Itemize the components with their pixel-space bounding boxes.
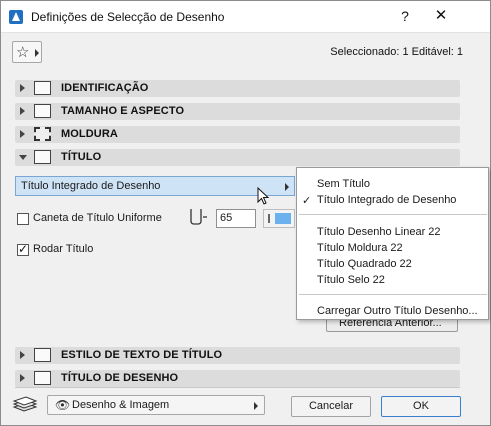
menu-item-load-other[interactable]: Carregar Outro Título Desenho... (317, 305, 478, 317)
title-icon (34, 150, 51, 164)
expand-arrow-icon (20, 374, 25, 382)
pen-number-value: 65 (220, 212, 233, 224)
section-identification[interactable]: IDENTIFICAÇÃO (15, 80, 460, 97)
triangle-right-icon (254, 402, 258, 410)
eye-icon: 👁 (55, 398, 71, 412)
triangle-right-icon (285, 183, 289, 191)
star-icon: ☆ (16, 44, 30, 61)
size-aspect-icon (34, 104, 51, 118)
menu-item-no-title[interactable]: Sem Título (317, 178, 370, 190)
menu-separator (299, 294, 487, 295)
section-frame[interactable]: MOLDURA (15, 126, 460, 143)
title-bar: Definições de Selecção de Desenho ? ✕ (1, 1, 490, 33)
footer-divider (15, 387, 460, 388)
section-size-aspect[interactable]: TAMANHO E ASPECTO (15, 103, 460, 120)
triangle-right-icon (35, 49, 39, 57)
cancel-button[interactable]: Cancelar (291, 396, 371, 417)
section-label: MOLDURA (61, 128, 118, 140)
archicad-app-icon (9, 10, 23, 24)
window-title: Definições de Selecção de Desenho (31, 10, 225, 24)
section-title[interactable]: TÍTULO (15, 149, 460, 166)
layers-icon (12, 396, 38, 412)
section-title-text-style[interactable]: ESTILO DE TEXTO DE TÍTULO (15, 347, 460, 364)
menu-item-linear-title[interactable]: Título Desenho Linear 22 (317, 226, 441, 238)
identification-icon (34, 81, 51, 95)
dropdown-value: Título Integrado de Desenho (21, 180, 161, 192)
expand-arrow-icon (20, 107, 25, 115)
menu-item-integrated-title[interactable]: Título Integrado de Desenho (317, 194, 456, 206)
section-label: IDENTIFICAÇÃO (61, 82, 149, 94)
pen-color-fill (275, 213, 291, 224)
expand-arrow-icon (20, 84, 25, 92)
title-type-dropdown[interactable]: Título Integrado de Desenho (15, 176, 295, 196)
expand-arrow-icon (20, 351, 25, 359)
frame-icon (34, 127, 51, 141)
menu-item-seal-title[interactable]: Título Selo 22 (317, 274, 385, 286)
close-button[interactable]: ✕ (431, 7, 451, 25)
menu-item-square-title[interactable]: Título Quadrado 22 (317, 258, 412, 270)
view-mode-value: Desenho & Imagem (72, 399, 170, 411)
view-mode-select[interactable]: 👁 Desenho & Imagem (47, 395, 265, 415)
help-button[interactable]: ? (395, 7, 415, 25)
collapse-arrow-icon (19, 155, 27, 160)
expand-arrow-icon (20, 130, 25, 138)
section-label: ESTILO DE TEXTO DE TÍTULO (61, 349, 223, 361)
pen-color-swatch[interactable] (263, 209, 295, 228)
ok-button[interactable]: OK (381, 396, 461, 417)
drawing-title-icon (34, 371, 51, 385)
selection-count: Seleccionado: 1 Editável: 1 (330, 46, 463, 58)
menu-item-frame-title[interactable]: Título Moldura 22 (317, 242, 403, 254)
section-label: TAMANHO E ASPECTO (61, 105, 185, 117)
settings-dialog: Definições de Selecção de Desenho ? ✕ ☆ … (0, 0, 491, 426)
section-label: TÍTULO (61, 151, 102, 163)
title-type-menu: Sem Título ✓ Título Integrado de Desenho… (296, 167, 489, 320)
pen-icon (190, 209, 207, 225)
rotate-title-label: Rodar Título (33, 243, 94, 255)
section-drawing-title[interactable]: TÍTULO DE DESENHO (15, 370, 460, 387)
pen-weight-bar (268, 214, 270, 223)
uniform-pen-checkbox[interactable] (17, 213, 29, 225)
menu-separator (299, 214, 487, 215)
rotate-title-checkbox[interactable] (17, 242, 29, 256)
pen-number-input[interactable]: 65 (216, 209, 256, 228)
text-style-icon (34, 348, 51, 362)
section-label: TÍTULO DE DESENHO (61, 372, 179, 384)
uniform-pen-label: Caneta de Título Uniforme (33, 212, 162, 224)
favorites-button[interactable]: ☆ (12, 41, 42, 63)
mouse-cursor-icon (257, 187, 270, 205)
checkmark-icon: ✓ (302, 195, 312, 207)
